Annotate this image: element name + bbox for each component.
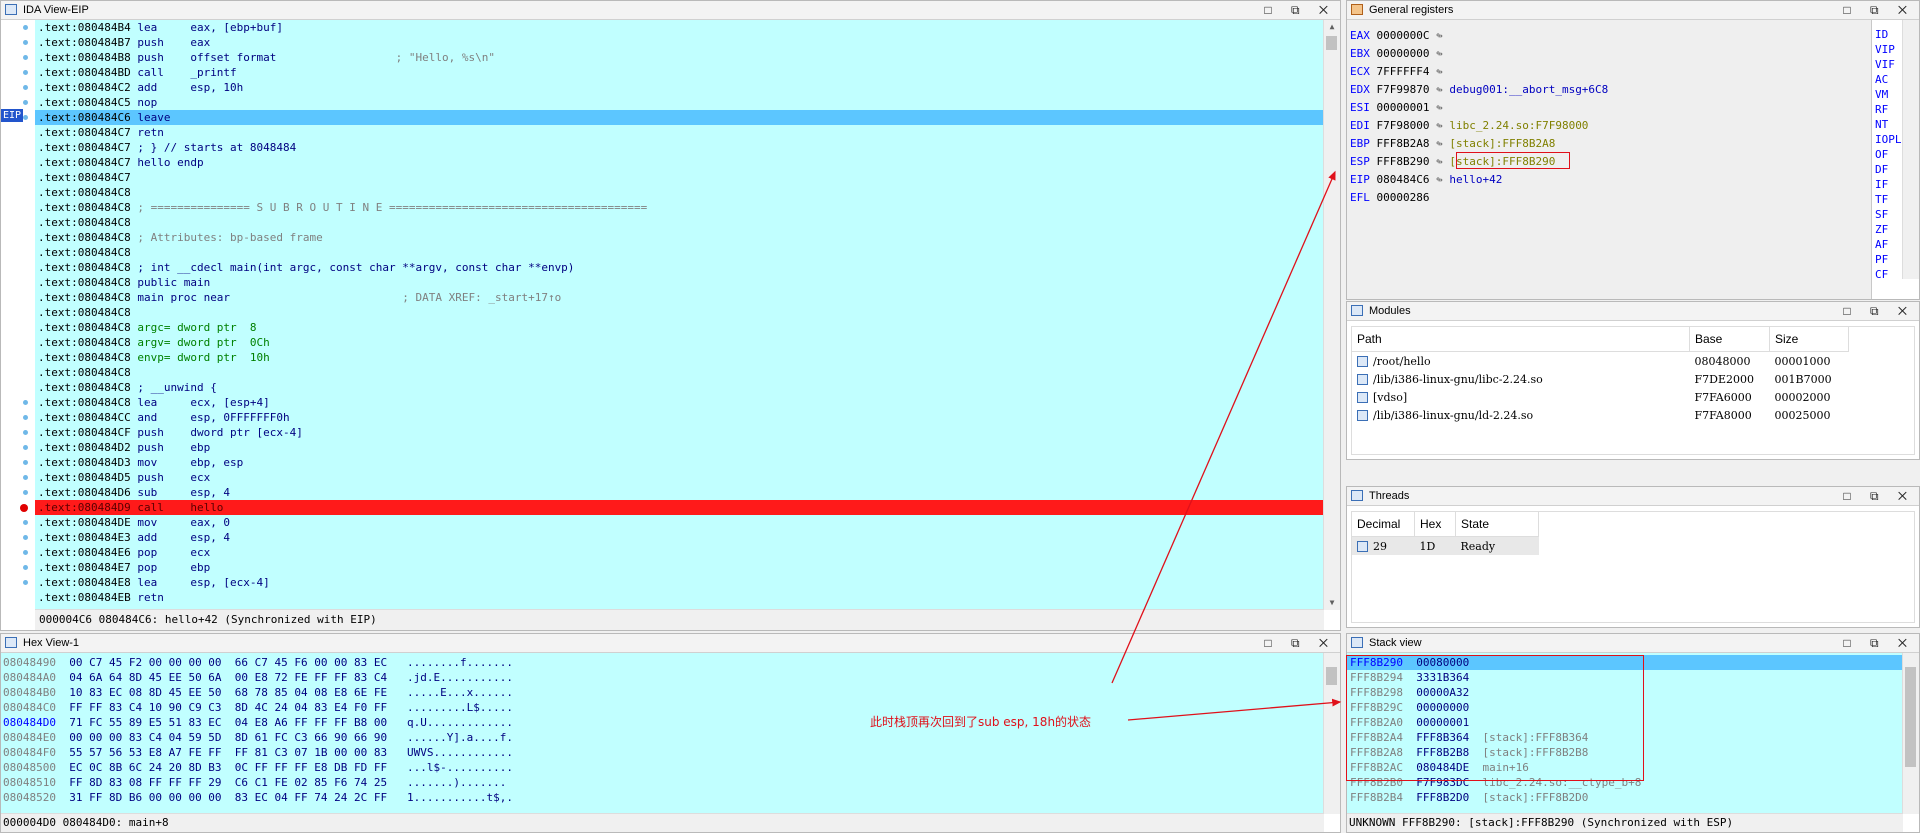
arrow-to-stack <box>1127 698 1342 721</box>
annotation-arrows <box>1111 170 1342 721</box>
arrow-to-esp <box>1111 170 1336 684</box>
